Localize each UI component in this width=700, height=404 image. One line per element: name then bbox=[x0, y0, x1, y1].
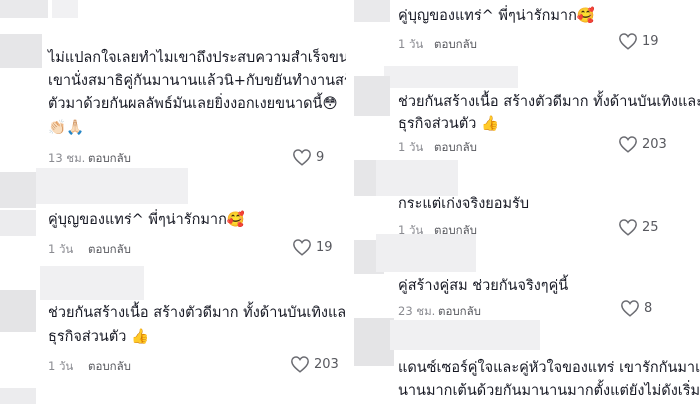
comment-text: กระแต่เก่งจริงยอมรับ bbox=[398, 196, 530, 212]
like-count: 8 bbox=[644, 300, 653, 316]
comment-text: ช่วยกันสร้างเนื้อ สร้างตัวดีมาก ทั้งด้าน… bbox=[398, 94, 700, 110]
comment-text: เขานั่งสมาธิคู่กันมานานแล้วนิ+กับขยันทำง… bbox=[48, 73, 346, 89]
comment-text: ธุรกิจส่วนตัว 👍 bbox=[398, 116, 500, 132]
reply-button[interactable]: ตอบกลับ bbox=[88, 150, 131, 168]
avatar[interactable] bbox=[354, 318, 394, 366]
avatar[interactable] bbox=[0, 34, 42, 68]
username-redacted bbox=[52, 0, 78, 18]
like-count: 19 bbox=[316, 239, 333, 255]
username-redacted bbox=[376, 234, 476, 272]
comment-text: 👏🏻🙏🏻 bbox=[48, 120, 85, 136]
like-button[interactable]: 25 bbox=[618, 218, 659, 236]
heart-outline-icon bbox=[619, 33, 637, 50]
avatar[interactable] bbox=[0, 388, 36, 404]
panel-divider bbox=[346, 0, 354, 404]
reply-button[interactable]: ตอบกลับ bbox=[434, 36, 477, 54]
like-button[interactable]: 9 bbox=[292, 148, 324, 166]
avatar[interactable] bbox=[0, 290, 36, 332]
comment-text: ตัวมาด้วยกันผลลัพธ์มันเลยยิ่งงอกเงยขนาดน… bbox=[48, 96, 338, 112]
heart-outline-icon bbox=[293, 149, 311, 166]
reply-button[interactable]: ตอบกลับ bbox=[88, 358, 131, 376]
username-redacted bbox=[376, 160, 458, 196]
like-count: 9 bbox=[316, 149, 325, 165]
like-count: 203 bbox=[642, 136, 667, 152]
username-redacted bbox=[40, 266, 144, 300]
like-button[interactable]: 203 bbox=[618, 135, 667, 153]
avatar[interactable] bbox=[0, 210, 36, 236]
reply-button[interactable]: ตอบกลับ bbox=[88, 241, 131, 259]
comment-time: 1 วัน bbox=[48, 242, 74, 256]
reply-button[interactable]: ตอบกลับ bbox=[438, 303, 481, 321]
comment-time: 1 วัน bbox=[48, 359, 74, 373]
avatar[interactable] bbox=[354, 0, 390, 22]
heart-outline-icon bbox=[293, 239, 311, 256]
like-count: 25 bbox=[642, 219, 659, 235]
comment-text: ช่วยกันสร้างเนื้อ สร้างตัวดีมาก ทั้งด้าน… bbox=[48, 305, 346, 321]
heart-outline-icon bbox=[619, 136, 637, 153]
like-count: 19 bbox=[642, 33, 659, 49]
like-button[interactable]: 203 bbox=[290, 355, 339, 373]
avatar[interactable] bbox=[0, 0, 48, 18]
heart-outline-icon bbox=[291, 356, 309, 373]
comment-text: คู่บุญของแทร่^ พี่ๆน่ารักมาก🥰 bbox=[48, 212, 245, 228]
comment-text: คู่สร้างคู่สม ช่วยกันจริงๆคู่นี้ bbox=[398, 278, 569, 294]
username-redacted bbox=[384, 66, 518, 88]
comment-time: 23 ชม. bbox=[398, 304, 436, 318]
comment-text: นานมากเต้นด้วยกันมานานมากตั้งแต่ยังไม่ดั… bbox=[398, 383, 700, 399]
like-button[interactable]: 19 bbox=[618, 32, 659, 50]
comments-panel-right: คู่บุญของแทร่^ พี่ๆน่ารักมาก🥰 1 วัน ตอบก… bbox=[354, 0, 700, 404]
like-button[interactable]: 19 bbox=[292, 238, 333, 256]
comments-panel-left: ไม่แปลกใจเลยทำไมเขาถึงประสบความสำเร็จขนา… bbox=[0, 0, 346, 404]
username-redacted bbox=[390, 320, 540, 350]
comment-text: คู่บุญของแทร่^ พี่ๆน่ารักมาก🥰 bbox=[398, 8, 595, 24]
like-button[interactable]: 8 bbox=[620, 299, 652, 317]
heart-outline-icon bbox=[619, 219, 637, 236]
like-count: 203 bbox=[314, 356, 339, 372]
avatar[interactable] bbox=[0, 172, 36, 208]
username-redacted bbox=[36, 168, 188, 204]
heart-outline-icon bbox=[621, 300, 639, 317]
comment-text: ไม่แปลกใจเลยทำไมเขาถึงประสบความสำเร็จขนา… bbox=[48, 50, 346, 66]
avatar[interactable] bbox=[354, 76, 390, 116]
comment-text: ธุรกิจส่วนตัว 👍 bbox=[48, 329, 150, 345]
comment-time: 13 ชม. bbox=[48, 151, 86, 165]
comment-text: แดนซ์เซอร์คู่ใจและคู่หัวใจของแทร่ เขารัก… bbox=[398, 360, 700, 376]
comment-time: 1 วัน bbox=[398, 37, 424, 51]
comment-time: 1 วัน bbox=[398, 140, 424, 154]
reply-button[interactable]: ตอบกลับ bbox=[434, 139, 477, 157]
